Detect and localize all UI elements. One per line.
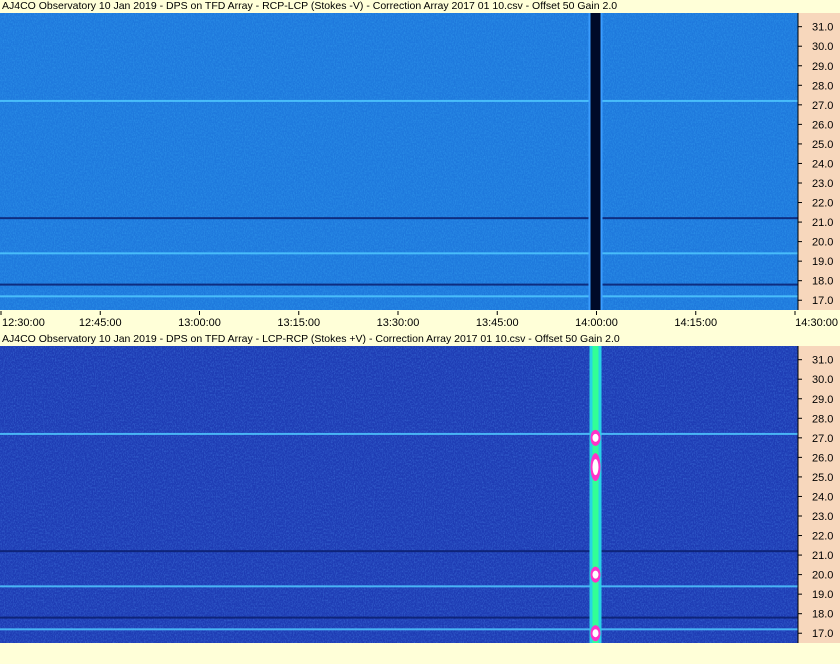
y-tick-label-top: 25.0: [812, 139, 833, 151]
x-tick-label: 12:45:00: [79, 317, 122, 329]
burst-edge-right-top: [600, 13, 603, 310]
y-tick-label-bottom: 26.0: [812, 452, 833, 464]
noise-texture-top: [0, 13, 798, 310]
burst-core-bottom: [592, 346, 599, 643]
y-tick-label-bottom: 27.0: [812, 433, 833, 445]
band-top-4: [0, 252, 798, 255]
burst-stripe-top: [590, 13, 601, 310]
y-tick-label-top: 31.0: [812, 22, 833, 34]
spectrogram-top-panel: 31.0 30.0 29.0 28.0 27.0 26.0 25.0 24.0 23.0 22.0…: [0, 13, 840, 310]
y-tick-label-bottom: 28.0: [812, 413, 833, 425]
x-tick-label: 13:00:00: [178, 317, 221, 329]
y-tick-label-top: 24.0: [812, 158, 833, 170]
y-tick-label-bottom: 17.0: [812, 628, 833, 640]
burst-peak-core-0: [592, 433, 599, 442]
y-tick-label-bottom: 21.0: [812, 550, 833, 562]
burst-peak-core-2: [592, 570, 599, 579]
burst-peak-core-1: [592, 459, 599, 476]
y-tick-label-top: 29.0: [812, 61, 833, 73]
band-bottom-0: [0, 628, 798, 631]
band-bottom-2: [0, 432, 798, 435]
y-tick-label-bottom: 20.0: [812, 570, 833, 582]
y-tick-label-bottom: 22.0: [812, 531, 833, 543]
y-tick-label-top: 19.0: [812, 256, 833, 268]
x-tick-label: 14:15:00: [674, 317, 717, 329]
y-tick-label-top: 17.0: [812, 295, 833, 307]
y-tick-label-bottom: 24.0: [812, 491, 833, 503]
x-tick-label: 14:30:00: [795, 317, 838, 329]
y-tick-label-top: 22.0: [812, 198, 833, 210]
x-tick-label: 14:00:00: [575, 317, 618, 329]
y-tick-label-bottom: 23.0: [812, 511, 833, 523]
spectrogram-figure: 31.0 30.0 29.0 28.0 27.0 26.0 25.0 24.0 23.0 22.0…: [0, 13, 840, 643]
y-tick-label-bottom: 19.0: [812, 589, 833, 601]
time-axis: 12:30:00 12:45:00 13:00:00 13:15:00 13:30:00…: [0, 311, 840, 331]
y-tick-label-top: 27.0: [812, 100, 833, 112]
y-tick-label-top: 26.0: [812, 119, 833, 131]
y-tick-label-bottom: 31.0: [812, 355, 833, 367]
x-tick-label: 13:15:00: [277, 317, 320, 329]
x-tick-label: 13:45:00: [476, 317, 519, 329]
y-tick-label-top: 20.0: [812, 237, 833, 249]
band-bottom-4: [0, 585, 798, 588]
y-tick-label-top: 28.0: [812, 80, 833, 92]
band-top-1: [0, 283, 798, 286]
x-tick-label: 12:30:00: [2, 317, 45, 329]
y-tick-label-bottom: 25.0: [812, 472, 833, 484]
burst-edge-left-top: [588, 13, 591, 310]
y-tick-label-top: 23.0: [812, 178, 833, 190]
burst-peak-core-3: [592, 629, 599, 638]
noise-texture-bottom: [0, 346, 798, 643]
band-top-3: [0, 217, 798, 220]
spectrogram-bottom-panel: 31.0 30.0 29.0 28.0 27.0 26.0 25.0 24.0 23.0 22.0…: [0, 346, 840, 643]
band-bottom-1: [0, 616, 798, 619]
band-top-2: [0, 99, 798, 102]
y-tick-label-bottom: 30.0: [812, 374, 833, 386]
y-tick-label-top: 18.0: [812, 276, 833, 288]
y-tick-label-bottom: 29.0: [812, 394, 833, 406]
y-tick-label-bottom: 18.0: [812, 609, 833, 621]
x-tick-label: 13:30:00: [377, 317, 420, 329]
y-tick-label-top: 21.0: [812, 217, 833, 229]
y-tick-label-top: 30.0: [812, 41, 833, 53]
band-top-0: [0, 295, 798, 298]
band-bottom-3: [0, 550, 798, 553]
